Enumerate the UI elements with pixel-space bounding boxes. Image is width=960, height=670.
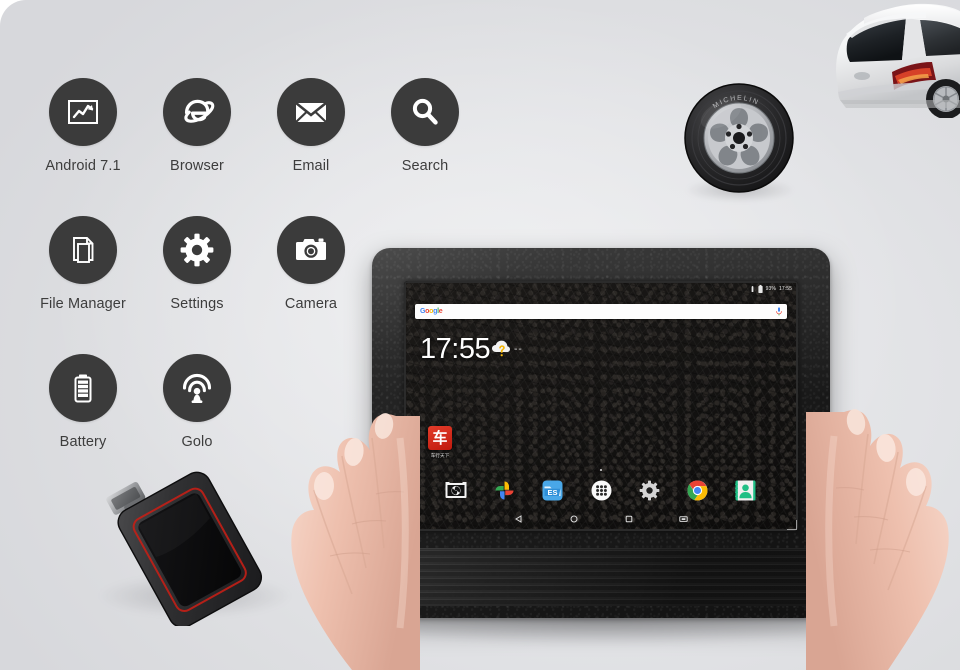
android-navigation-bar: [406, 509, 796, 529]
product-feature-image: MICHELIN Android 7.1 Browser Email Searc…: [0, 0, 960, 670]
feature-item-browser[interactable]: Browser: [140, 78, 254, 174]
home-page-indicator-dot: [599, 468, 603, 471]
vehicle-diagnostic-app-shortcut[interactable]: 车 车行天下: [420, 426, 460, 459]
feature-label: Settings: [170, 296, 224, 312]
row-spacer: [26, 174, 496, 216]
status-clock-text: 17:55: [778, 286, 792, 292]
feature-label: Android 7.1: [45, 158, 121, 174]
feature-item-battery[interactable]: Battery: [26, 354, 140, 450]
feature-item-settings[interactable]: Settings: [140, 216, 254, 312]
tablet-ribbed-grip-panel: [382, 548, 820, 606]
feature-item-golo[interactable]: Golo: [140, 354, 254, 450]
camera-app-icon[interactable]: [444, 478, 468, 502]
feature-row-1: Android 7.1 Browser Email Search: [26, 78, 496, 174]
usb-icon: [751, 285, 754, 292]
svg-text:ES: ES: [548, 488, 558, 497]
app-shortcut-label: 车行天下: [430, 453, 450, 458]
clock-time-text: 17:55: [420, 333, 491, 365]
feature-item-android-version[interactable]: Android 7.1: [26, 78, 140, 174]
contacts-app-icon[interactable]: [734, 478, 758, 502]
feature-label: Search: [401, 158, 449, 174]
tablet-device: 93% 17:55 Google 17:55 -- 车 车行天下 ES: [372, 248, 830, 618]
android-status-bar: 93% 17:55: [406, 283, 796, 295]
battery-icon: [758, 285, 763, 293]
nav-home-button[interactable]: [569, 515, 578, 524]
feature-item-camera[interactable]: Camera: [254, 216, 368, 312]
app-tile-glyph: 车: [428, 426, 452, 450]
antenna-broadcast-golo-icon: [163, 354, 231, 422]
chart-android-version-icon: [49, 78, 117, 146]
google-search-bar[interactable]: Google: [415, 304, 787, 319]
camera-icon: [277, 216, 345, 284]
nav-back-button[interactable]: [514, 515, 523, 524]
screen-corner-mark: [787, 520, 797, 530]
obd-dongle-device: DBScar 5 BLUETOOTH LED: [92, 440, 278, 628]
documents-file-manager-icon: [49, 216, 117, 284]
magnifier-search-icon: [391, 78, 459, 146]
internet-explorer-browser-icon: [163, 78, 231, 146]
feature-label: Camera: [284, 296, 338, 312]
temperature-text: --: [514, 344, 523, 355]
car-photo: [820, 0, 960, 119]
envelope-email-icon: [277, 78, 345, 146]
feature-item-search[interactable]: Search: [368, 78, 482, 174]
nav-recents-button[interactable]: [624, 515, 633, 524]
es-file-explorer-app-icon[interactable]: ES: [541, 478, 565, 502]
cloud-unknown-weather-icon: [491, 339, 511, 361]
chrome-app-icon[interactable]: [686, 478, 710, 502]
feature-label: Email: [292, 158, 330, 174]
app-drawer-icon[interactable]: [589, 478, 613, 502]
clock-weather-widget[interactable]: 17:55 --: [420, 335, 523, 364]
battery-icon: [49, 354, 117, 422]
microphone-icon[interactable]: [776, 303, 782, 321]
feature-item-email[interactable]: Email: [254, 78, 368, 174]
feature-item-file-manager[interactable]: File Manager: [26, 216, 140, 312]
tablet-screen-frame: 93% 17:55 Google 17:55 -- 车 车行天下 ES: [404, 281, 798, 531]
battery-percent-text: 93%: [765, 286, 776, 292]
tablet-screen[interactable]: 93% 17:55 Google 17:55 -- 车 车行天下 ES: [406, 283, 796, 529]
google-photos-app-icon[interactable]: [493, 478, 517, 502]
settings-app-icon[interactable]: [637, 478, 661, 502]
left-hand-holding-tablet: [280, 398, 420, 670]
tire-photo: MICHELIN: [683, 82, 795, 194]
right-hand-holding-tablet: [806, 396, 960, 670]
app-dock: ES: [406, 473, 796, 507]
google-logo: Google: [420, 308, 443, 315]
feature-label: File Manager: [40, 296, 126, 312]
gear-settings-icon: [163, 216, 231, 284]
nav-screenshot-button[interactable]: [679, 515, 688, 524]
feature-label: Browser: [170, 158, 224, 174]
